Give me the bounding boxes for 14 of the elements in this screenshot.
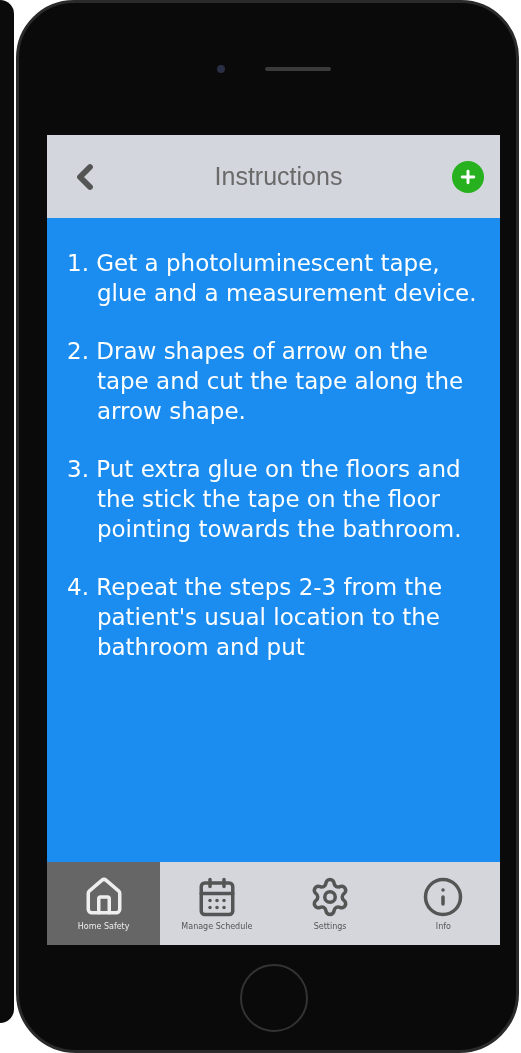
add-button[interactable] <box>452 160 484 193</box>
tab-item[interactable]: Info <box>386 862 500 945</box>
instruction-step: 1. Get a photoluminescent tape, glue and a measurement device. <box>67 248 478 308</box>
speaker-slot <box>264 67 331 71</box>
tab-item[interactable]: Home Safety <box>47 862 161 945</box>
tab-item[interactable]: Settings <box>273 862 387 945</box>
tab-item[interactable]: Manage Schedule <box>160 862 274 945</box>
camera-dot <box>216 65 225 73</box>
screen-title: Instructions <box>214 162 343 191</box>
instruction-step: 4. Repeat the steps 2-3 from the patient's usual location to the bathroom and put <box>67 572 478 662</box>
instruction-step: 2. Draw shapes of arrow on the tape and cut the tape along the arrow shape. <box>67 336 478 426</box>
info-icon <box>422 876 465 918</box>
instruction-step: 3. Put extra glue on the floors and the stick the tape on the floor pointing towards the bathroom. <box>67 454 478 544</box>
home-button[interactable] <box>239 963 308 1032</box>
